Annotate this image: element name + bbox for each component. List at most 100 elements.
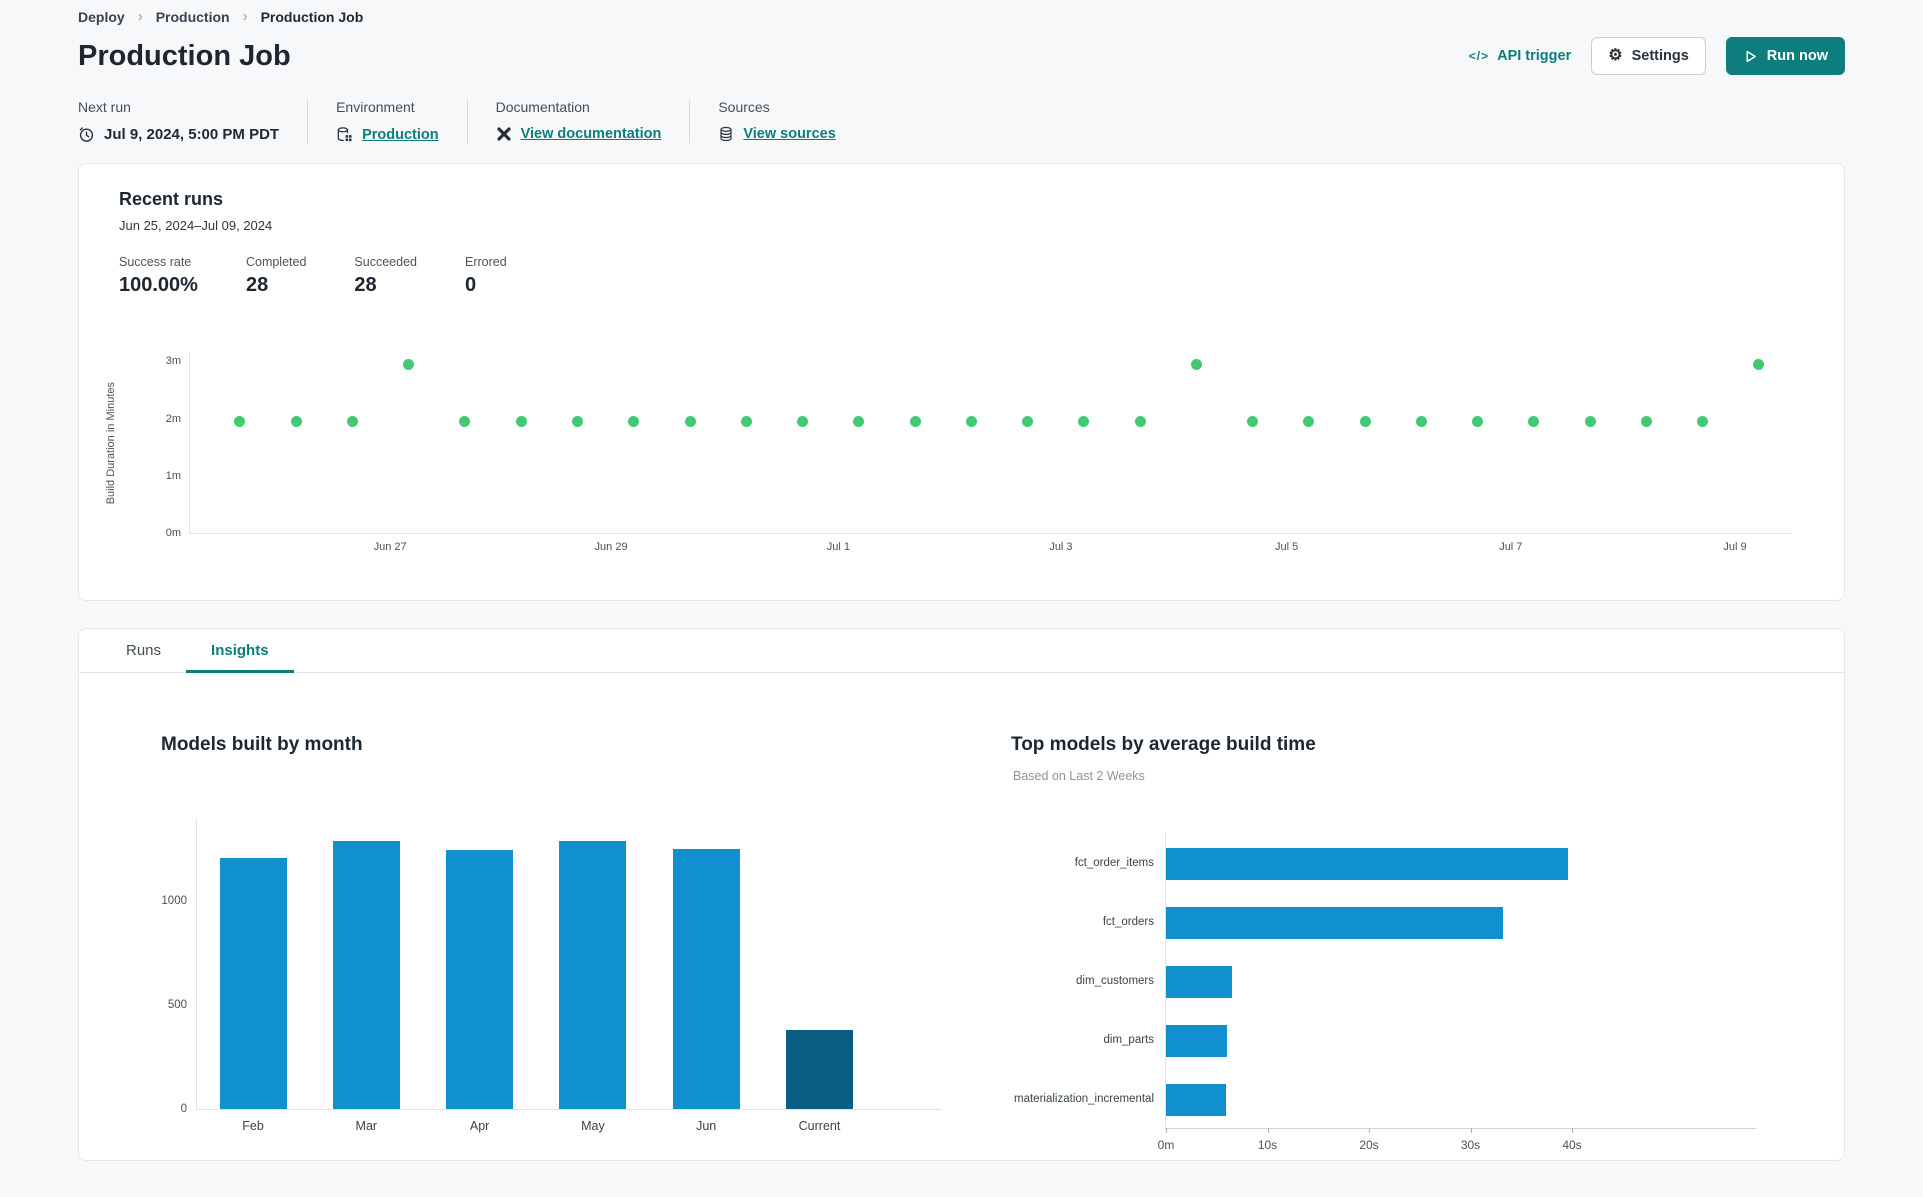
view-sources-link[interactable]: View sources xyxy=(743,126,835,142)
bar[interactable] xyxy=(1166,1084,1226,1116)
x-axis-tick: Jun 27 xyxy=(373,541,407,553)
run-dot[interactable] xyxy=(1697,415,1709,427)
model-name-label: fct_orders xyxy=(1102,916,1154,928)
run-dot[interactable] xyxy=(1247,415,1259,427)
run-dot[interactable] xyxy=(346,415,358,427)
bar[interactable] xyxy=(446,850,514,1109)
environment-icon xyxy=(337,127,352,142)
model-name-label: fct_order_items xyxy=(1074,857,1154,869)
run-dot[interactable] xyxy=(684,415,696,427)
model-name-label: materialization_incremental xyxy=(1014,1093,1154,1105)
bar[interactable] xyxy=(1166,907,1503,939)
x-axis-tick: 20s xyxy=(1359,1138,1379,1152)
tab-insights[interactable]: Insights xyxy=(186,629,294,673)
x-axis-tick: Feb xyxy=(242,1119,264,1133)
run-dot[interactable] xyxy=(1753,358,1765,370)
api-trigger-label: API trigger xyxy=(1497,48,1572,64)
bar[interactable] xyxy=(1166,848,1568,880)
run-dot[interactable] xyxy=(909,415,921,427)
gear-icon: ⚙ xyxy=(1608,47,1623,64)
environment-label: Environment xyxy=(336,99,415,115)
header-actions: </> API trigger ⚙ Settings Run now xyxy=(1469,37,1845,75)
x-axis-tick: Jul 1 xyxy=(826,541,851,553)
chevron-right-icon: › xyxy=(137,8,143,25)
run-dot[interactable] xyxy=(403,358,415,370)
production-job-page: Deploy › Production › Production Job Pro… xyxy=(0,0,1923,1197)
bar[interactable] xyxy=(1166,966,1232,998)
run-dot[interactable] xyxy=(1640,415,1652,427)
bar[interactable] xyxy=(1166,1025,1227,1057)
run-dot[interactable] xyxy=(1190,358,1202,370)
code-icon: </> xyxy=(1468,49,1490,63)
run-dot[interactable] xyxy=(1528,415,1540,427)
run-dot[interactable] xyxy=(1359,415,1371,427)
y-axis-tick: 0m xyxy=(165,527,181,539)
run-dot[interactable] xyxy=(740,415,752,427)
models-by-month-title: Models built by month xyxy=(161,734,363,755)
top-models-chart: 0m 10s 20s 30s 40s fct_order_items fct_orders d… xyxy=(1014,832,1756,1152)
breadcrumb-item-deploy[interactable]: Deploy xyxy=(78,9,125,25)
run-now-button[interactable]: Run now xyxy=(1725,37,1845,75)
x-axis-tick: 10s xyxy=(1257,1138,1278,1152)
models-by-month-chart: 0 500 1000 Feb Mar Apr May Jun Current xyxy=(161,819,941,1133)
documentation-label: Documentation xyxy=(495,99,590,115)
recent-runs-card: Recent runs Jun 25, 2024–Jul 09, 2024 Su… xyxy=(78,163,1845,601)
run-dot[interactable] xyxy=(1303,415,1315,427)
page-title: Production Job xyxy=(78,39,291,72)
run-dot[interactable] xyxy=(853,415,865,427)
x-axis-tickmark xyxy=(1369,1128,1370,1133)
stat-value: 28 xyxy=(354,274,377,296)
bar[interactable] xyxy=(219,857,287,1109)
clock-icon xyxy=(79,127,94,142)
database-icon xyxy=(720,126,732,142)
model-name-label: dim_parts xyxy=(1103,1034,1155,1046)
play-icon xyxy=(1746,50,1756,62)
title-row: Production Job </> API trigger ⚙ Setting… xyxy=(78,37,1845,75)
y-axis-tick: 2m xyxy=(165,412,181,425)
meta-sources: Sources View sources xyxy=(689,99,863,143)
x-axis-tick: Jun xyxy=(696,1119,717,1133)
stat-value: 28 xyxy=(245,274,269,296)
run-dot[interactable] xyxy=(572,415,583,427)
y-axis-tick: 3m xyxy=(165,355,181,368)
run-dot[interactable] xyxy=(1022,415,1034,427)
model-name-label: dim_customers xyxy=(1076,975,1154,987)
x-axis-tick: Current xyxy=(798,1119,841,1133)
run-dot[interactable] xyxy=(628,415,640,427)
tab-runs[interactable]: Runs xyxy=(101,629,186,672)
settings-button[interactable]: ⚙ Settings xyxy=(1591,37,1706,75)
x-axis-tick: Jun 29 xyxy=(594,541,628,553)
run-dot[interactable] xyxy=(1134,415,1146,427)
view-documentation-link[interactable]: View documentation xyxy=(521,126,662,142)
bar[interactable] xyxy=(332,840,400,1109)
stat-label: Errored xyxy=(464,255,507,269)
top-models-subtitle: Based on Last 2 Weeks xyxy=(1013,769,1145,783)
run-dot[interactable] xyxy=(1078,415,1090,427)
x-axis-tick: 0m xyxy=(1157,1138,1175,1152)
api-trigger-link[interactable]: </> API trigger xyxy=(1469,48,1571,64)
stat-label: Succeeded xyxy=(354,255,417,269)
breadcrumb-item-current: Production Job xyxy=(260,8,364,25)
bar[interactable] xyxy=(672,849,740,1109)
run-dot[interactable] xyxy=(459,415,471,427)
y-axis-tick: 1000 xyxy=(161,895,187,908)
stat-value: 100.00% xyxy=(119,274,198,296)
dbt-docs-icon xyxy=(497,127,511,141)
tab-bar: Runs Insights xyxy=(79,629,1844,673)
breadcrumb-item-production[interactable]: Production xyxy=(156,9,230,25)
stat-errored: Errored 0 xyxy=(465,255,507,297)
run-dot[interactable] xyxy=(234,415,246,427)
run-dot[interactable] xyxy=(1472,415,1484,427)
environment-link[interactable]: Production xyxy=(362,127,439,143)
recent-runs-title: Recent runs xyxy=(119,189,224,209)
top-models-title: Top models by average build time xyxy=(1011,734,1316,755)
x-axis-tickmark xyxy=(1166,1128,1167,1133)
run-dot[interactable] xyxy=(290,415,302,427)
bar[interactable] xyxy=(559,840,627,1109)
run-dot[interactable] xyxy=(1415,415,1427,427)
run-dot[interactable] xyxy=(965,415,977,427)
run-dot[interactable] xyxy=(1584,415,1596,427)
run-dot[interactable] xyxy=(797,415,809,427)
run-dot[interactable] xyxy=(515,415,527,427)
x-axis-tick: Jul 5 xyxy=(1275,541,1299,553)
